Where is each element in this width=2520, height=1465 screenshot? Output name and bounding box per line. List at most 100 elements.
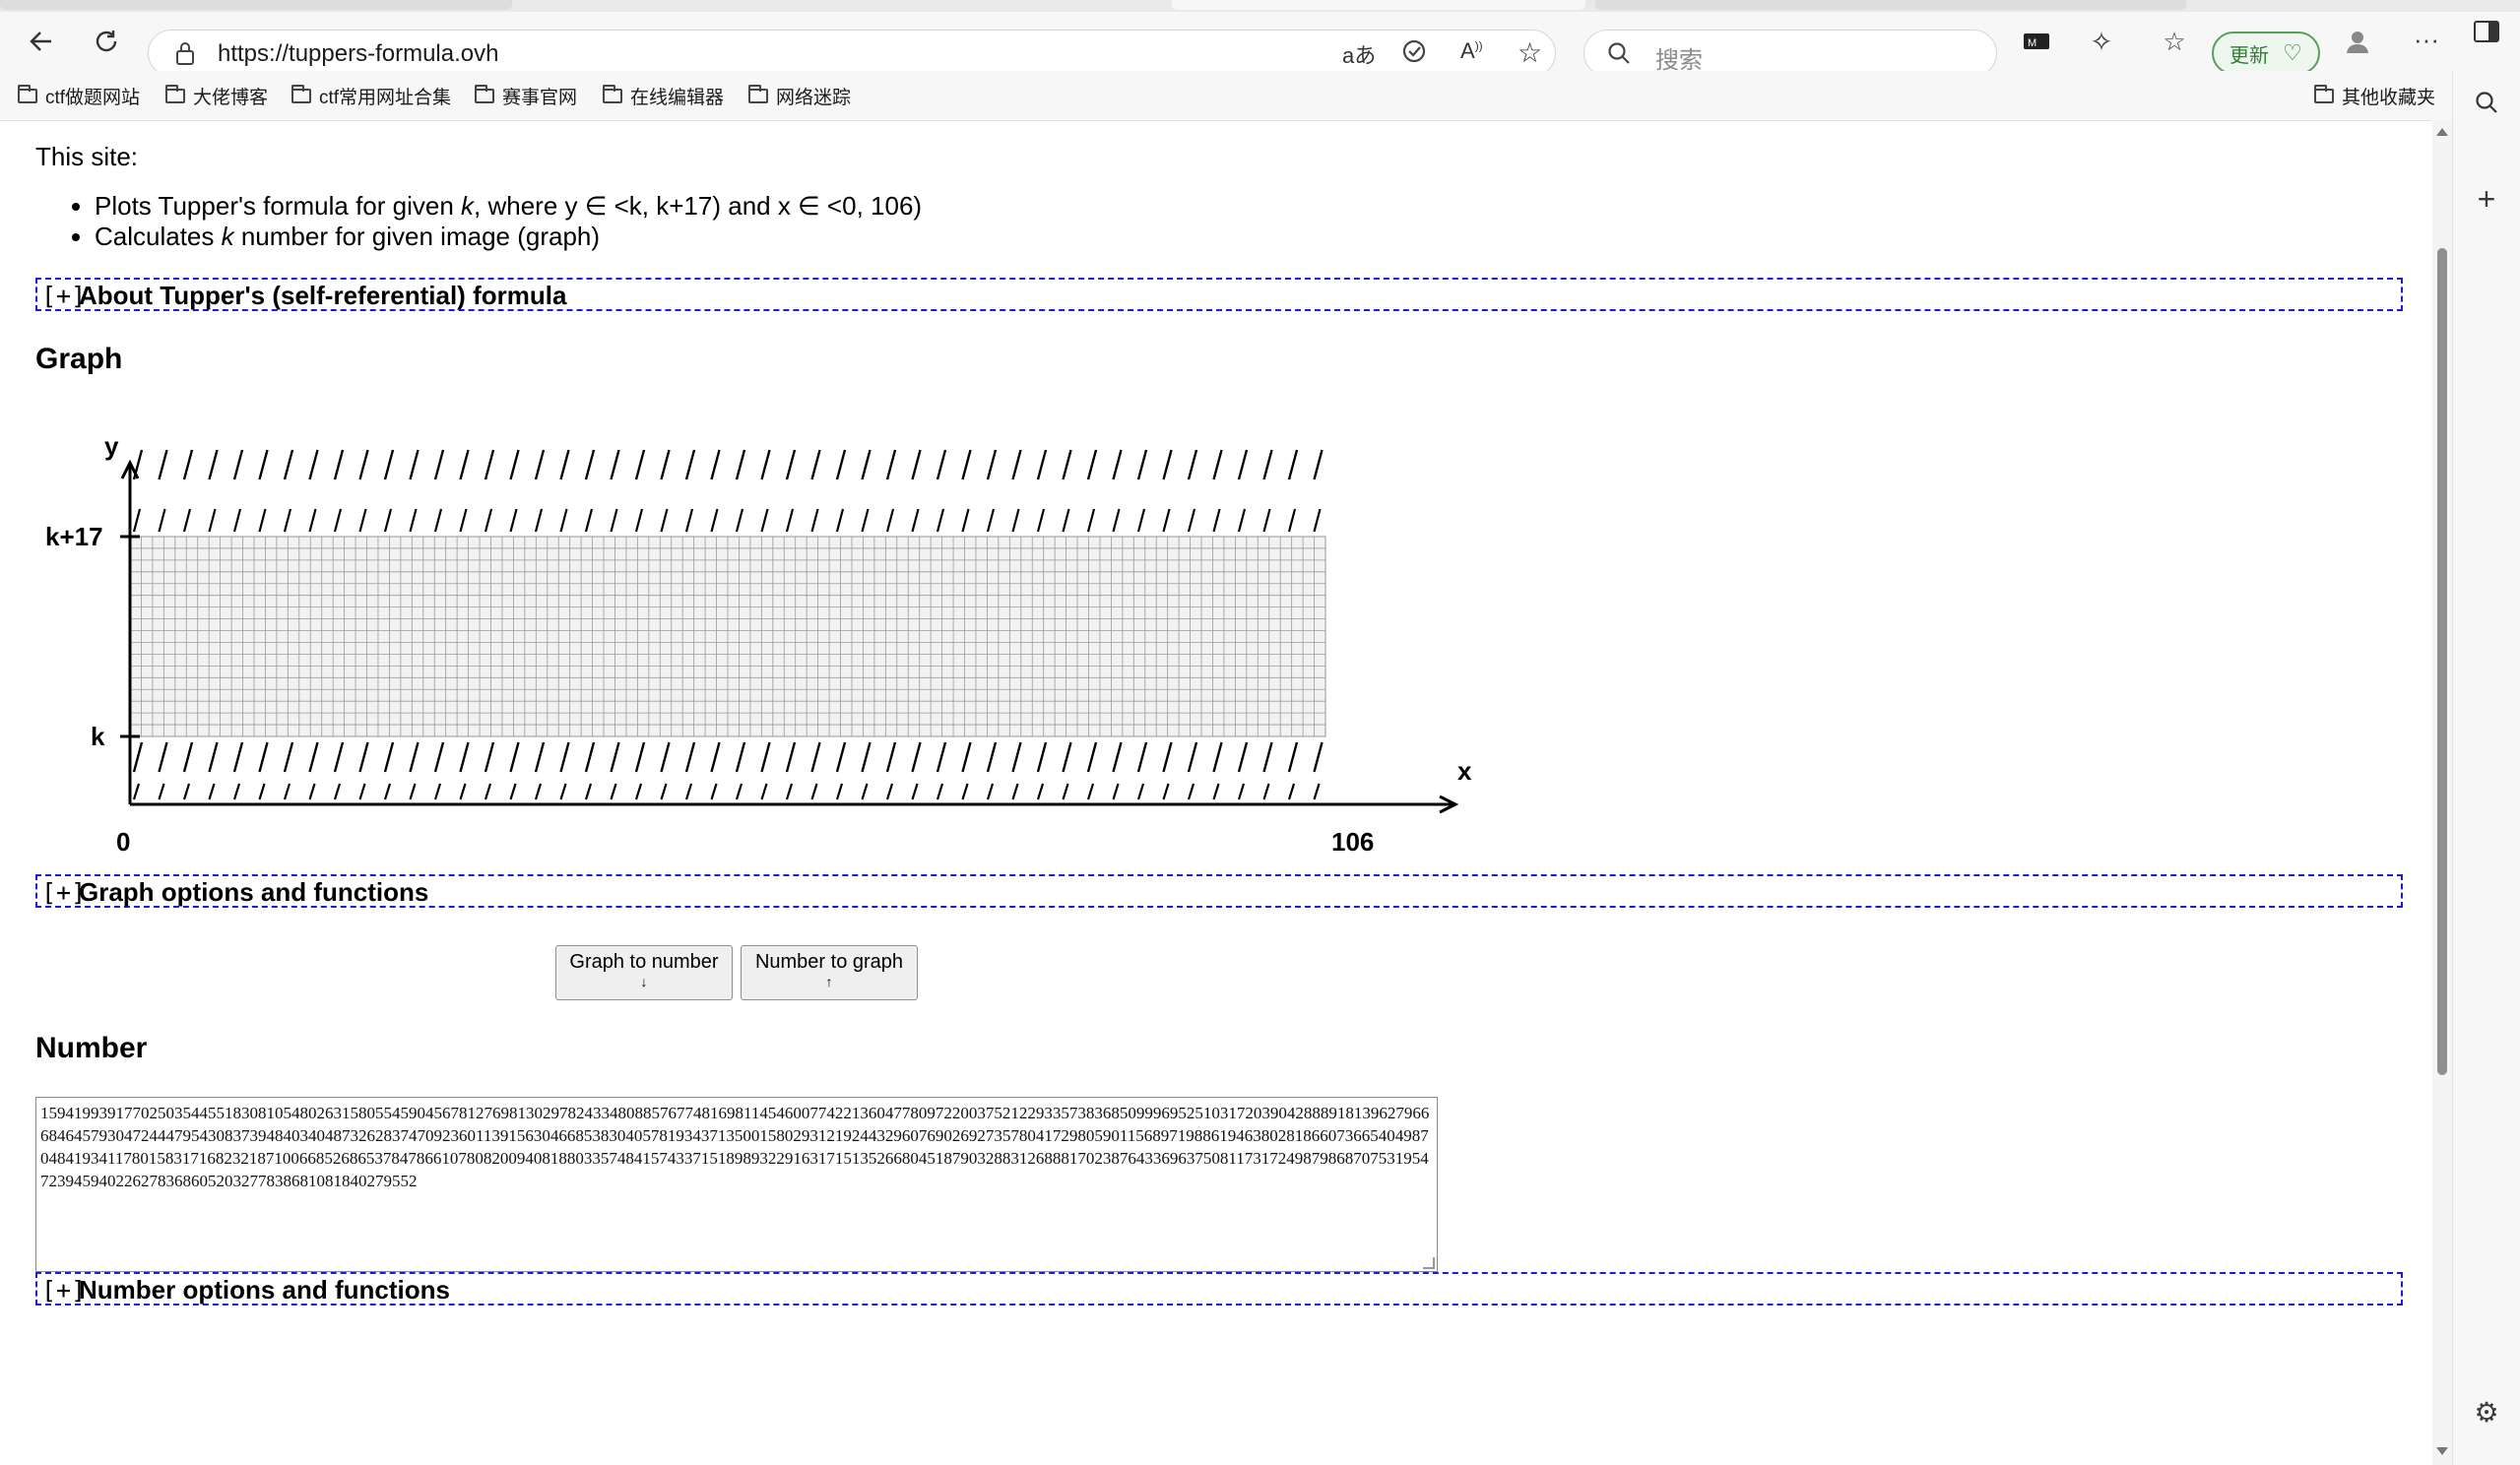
section-title[interactable]: Number options and functions: [79, 1275, 450, 1306]
hatch-line: [861, 449, 872, 480]
bookmark-label: 在线编辑器: [630, 87, 725, 108]
immersive-reader-icon[interactable]: M: [2015, 20, 2058, 63]
hatch-line: [735, 508, 744, 533]
translate-icon[interactable]: aあ: [1342, 38, 1376, 70]
address-bar[interactable]: https://tuppers-formula.ovh aあ A)) ☆: [148, 30, 1556, 77]
more-icon[interactable]: ···: [2405, 18, 2448, 61]
sidebar-search-icon[interactable]: [2465, 81, 2508, 124]
tupper-graph[interactable]: y x k+17 k 0 106: [35, 406, 1483, 868]
folder-icon: [165, 84, 185, 103]
scroll-down-arrow[interactable]: [2436, 1447, 2448, 1455]
hatch-line: [409, 508, 418, 533]
browser-tab[interactable]: [1595, 0, 2186, 10]
section-title[interactable]: Graph options and functions: [79, 877, 428, 908]
hatch-line: [534, 449, 546, 480]
hatch-line: [835, 449, 847, 480]
other-bookmarks[interactable]: 其他收藏夹: [2314, 83, 2435, 108]
browser-tab[interactable]: [0, 0, 512, 10]
number-options-toggle[interactable]: [+] Number options and functions: [35, 1272, 2403, 1306]
hatch-line: [1036, 783, 1045, 800]
hatch-line: [1162, 783, 1170, 800]
hatch-line: [835, 508, 845, 533]
hatch-line: [885, 741, 897, 773]
folder-icon: [291, 84, 311, 103]
profile-icon[interactable]: [2336, 20, 2379, 63]
number-to-graph-button[interactable]: Number to graph ↑: [741, 945, 918, 1000]
hatch-line: [610, 783, 617, 800]
hatch-line: [1262, 783, 1270, 800]
up-arrow-icon: ↑: [825, 974, 833, 989]
bookmark-folder[interactable]: 赛事官网: [475, 83, 577, 108]
hatch-line: [1212, 449, 1223, 480]
page-scrollbar[interactable]: [2432, 120, 2452, 1465]
hatch-line: [433, 449, 445, 480]
scrollbar-thumb[interactable]: [2437, 248, 2447, 1075]
hatch-line: [333, 741, 345, 773]
about-section-toggle[interactable]: [+] About Tupper's (self-referential) fo…: [35, 278, 2403, 311]
url-text[interactable]: https://tuppers-formula.ovh: [218, 40, 498, 68]
list-item: Plots Tupper's formula for given k, wher…: [95, 191, 922, 222]
bookmark-label: 赛事官网: [502, 87, 578, 108]
graph-heading: Graph: [35, 343, 123, 375]
hatch-line: [760, 783, 768, 800]
number-textarea[interactable]: 1594199391770250354455183081054802631580…: [35, 1097, 1438, 1272]
bookmark-folder[interactable]: 网络迷踪: [748, 83, 851, 108]
bookmark-label: ctf常用网址合集: [319, 87, 452, 108]
hatch-line: [710, 449, 721, 480]
settings-gear-icon[interactable]: ⚙: [2465, 1390, 2508, 1433]
hatch-line: [760, 741, 771, 773]
hatch-line: [1262, 741, 1273, 773]
down-arrow-icon: ↓: [640, 974, 648, 989]
hatch-line: [1212, 508, 1221, 533]
graph-options-toggle[interactable]: [+] Graph options and functions: [35, 874, 2403, 908]
back-icon[interactable]: [20, 20, 63, 63]
favorite-star-icon[interactable]: ☆: [1518, 36, 1542, 69]
hatch-line: [409, 741, 420, 773]
extensions-icon[interactable]: ✧: [2080, 20, 2123, 63]
resize-handle[interactable]: [1423, 1257, 1435, 1269]
reader-mode-icon[interactable]: [1399, 36, 1429, 71]
k-number-value[interactable]: 1594199391770250354455183081054802631580…: [40, 1104, 1429, 1190]
page-content: This site: Plots Tupper's formula for gi…: [0, 120, 2432, 1465]
k-label: k: [91, 722, 105, 751]
hatch-line: [1036, 741, 1048, 773]
lock-icon[interactable]: [174, 40, 196, 71]
bookmark-folder[interactable]: 在线编辑器: [603, 83, 724, 108]
hatch-line: [1036, 449, 1048, 480]
hatch-line: [459, 783, 467, 800]
hatch-line: [433, 783, 442, 800]
edge-sidebar: + ⚙: [2452, 21, 2520, 1465]
hatch-line: [1187, 449, 1198, 480]
bookmark-folder[interactable]: 大佬博客: [165, 83, 268, 108]
hatch-line: [1237, 783, 1246, 800]
graph-to-number-button[interactable]: Graph to number ↓: [555, 945, 733, 1000]
sidebar-toggle-icon[interactable]: [2465, 10, 2508, 53]
hatch-line: [785, 783, 794, 800]
hatch-line: [158, 449, 168, 480]
hatch-line: [911, 449, 922, 480]
bookmark-folder[interactable]: ctf常用网址合集: [291, 83, 451, 108]
read-aloud-icon[interactable]: A)): [1460, 38, 1483, 64]
hatch-line: [1136, 783, 1145, 800]
hatch-line: [1036, 508, 1046, 533]
scroll-up-arrow[interactable]: [2436, 128, 2448, 136]
favorites-icon[interactable]: ☆: [2153, 20, 2196, 63]
search-box[interactable]: 搜索: [1583, 30, 1997, 77]
hatch-line: [1062, 741, 1072, 773]
section-title[interactable]: About Tupper's (self-referential) formul…: [79, 281, 566, 311]
browser-tab-active[interactable]: [1172, 0, 1585, 10]
hatch-line: [710, 508, 719, 533]
hatch-line: [861, 508, 870, 533]
pixel-grid[interactable]: [129, 536, 1326, 737]
hatch-line: [383, 508, 393, 533]
update-button[interactable]: 更新 ♡: [2212, 32, 2320, 75]
hatch-line: [660, 508, 669, 533]
add-icon[interactable]: +: [2465, 177, 2508, 221]
hatch-line: [333, 783, 342, 800]
refresh-icon[interactable]: [85, 20, 128, 63]
bookmark-folder[interactable]: ctf做题网站: [18, 83, 140, 108]
hatch-line: [433, 741, 445, 773]
hatch-line: [660, 783, 668, 800]
hatch-line: [936, 508, 945, 533]
hatch-line: [182, 449, 194, 480]
